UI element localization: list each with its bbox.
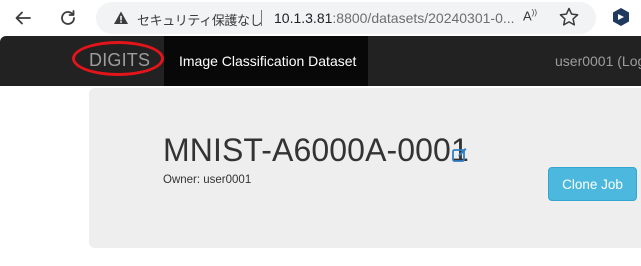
- url-text[interactable]: 10.1.3.81:8800/datasets/20240301-0...: [274, 10, 515, 26]
- warning-icon[interactable]: [113, 10, 129, 26]
- annotation-circle: [72, 41, 164, 76]
- address-bar[interactable]: セキュリティ保護なし 10.1.3.81:8800/datasets/20240…: [96, 2, 596, 34]
- reload-icon: [61, 10, 75, 25]
- browser-toolbar: セキュリティ保護なし 10.1.3.81:8800/datasets/20240…: [0, 0, 641, 36]
- read-aloud-icon[interactable]: A)): [523, 8, 537, 23]
- nav-item-label: Image Classification Dataset: [179, 53, 357, 69]
- arrow-left-icon: [15, 11, 31, 25]
- url-host: 10.1.3.81: [274, 10, 333, 26]
- divider: [261, 10, 262, 26]
- dataset-header: MNIST-A6000A-0001 Owner: user0001 Clone …: [89, 88, 641, 248]
- security-label[interactable]: セキュリティ保護なし: [137, 10, 263, 29]
- edit-icon[interactable]: [452, 147, 467, 162]
- url-path: :8800/datasets/20240301-0...: [332, 10, 515, 26]
- nav-item-image-classification-dataset[interactable]: Image Classification Dataset: [164, 36, 368, 86]
- clone-job-button[interactable]: Clone Job: [548, 167, 637, 201]
- back-button[interactable]: [9, 4, 37, 32]
- page-title: MNIST-A6000A-0001: [163, 132, 469, 168]
- reload-button[interactable]: [54, 4, 82, 32]
- star-icon[interactable]: [558, 6, 580, 28]
- app-navbar: DIGITS Image Classification Dataset user…: [0, 36, 641, 86]
- extension-icon[interactable]: [611, 7, 631, 27]
- owner-label: Owner: user0001: [163, 174, 252, 186]
- user-menu[interactable]: user0001 (Log: [555, 53, 641, 69]
